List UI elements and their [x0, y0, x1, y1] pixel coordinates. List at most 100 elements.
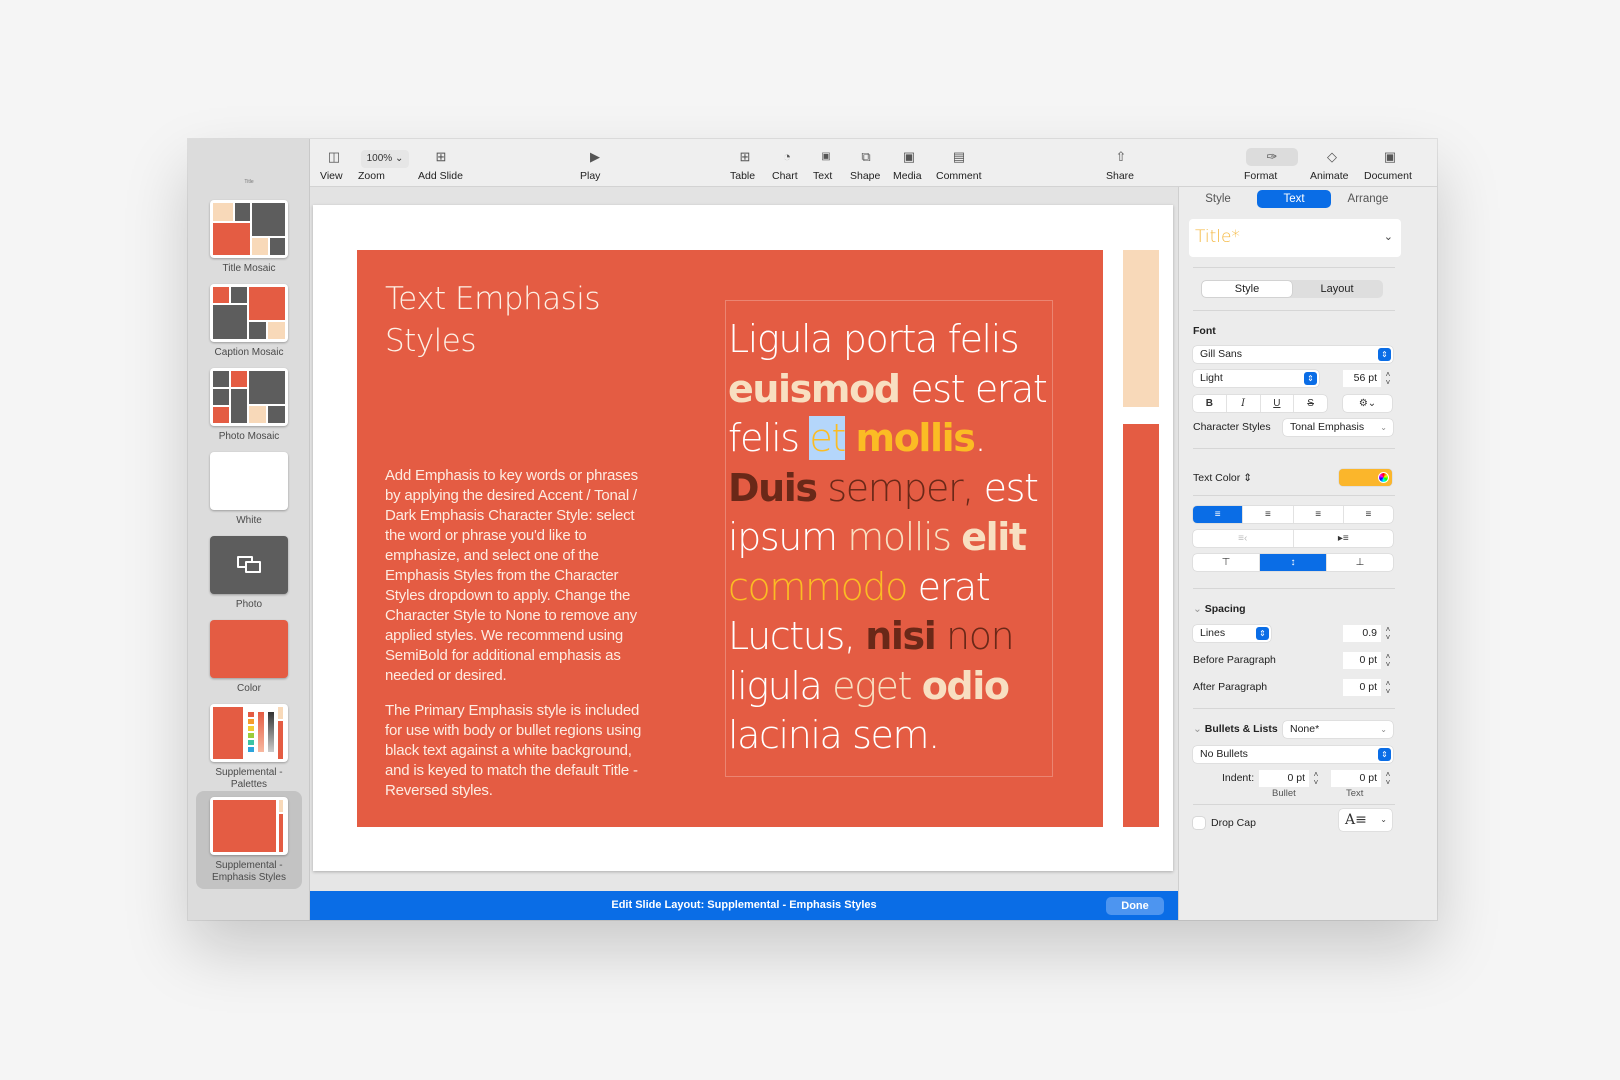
drop-cap-icon: A≡ [1345, 812, 1367, 828]
slide[interactable]: Text Emphasis Styles Add Emphasis to key… [313, 205, 1173, 871]
emphasis-text-box[interactable]: Ligula porta felis euismod est erat feli… [725, 300, 1053, 777]
share-button[interactable]: ⇧ Share [1106, 148, 1136, 182]
layout-thumbnail [210, 200, 288, 258]
character-style-select[interactable]: Tonal Emphasis ⌄ [1283, 419, 1393, 436]
layout-photo-mosaic[interactable]: Photo Mosaic [196, 362, 302, 443]
view-button[interactable]: ◫ View [320, 148, 348, 182]
font-label: Font [1193, 325, 1216, 337]
spacing-mode-select[interactable]: Lines ⇕ [1193, 625, 1271, 642]
slide-canvas: Text Emphasis Styles Add Emphasis to key… [310, 187, 1178, 871]
layout-label: Supplemental - Emphasis Styles [212, 860, 286, 883]
bold-button[interactable]: B [1193, 395, 1227, 412]
comment-icon: ▤ [952, 149, 966, 164]
layout-supplemental-palettes[interactable]: Supplemental - Palettes [196, 698, 302, 791]
layout-caption-mosaic[interactable]: Caption Mosaic [196, 278, 302, 359]
table-icon: ⊞ [739, 149, 751, 164]
drop-cap-label: Drop Cap [1211, 817, 1256, 829]
document-button[interactable]: ▣ Document [1364, 148, 1416, 182]
align-bottom-icon[interactable]: ⊥ [1327, 554, 1393, 571]
color-wheel-icon[interactable] [1378, 472, 1389, 483]
spacing-section[interactable]: ⌄ Spacing [1193, 603, 1246, 615]
text-indent-field[interactable]: 0 pt [1331, 770, 1381, 787]
after-paragraph-field[interactable]: 0 pt [1343, 679, 1381, 696]
select-stepper-icon: ⇕ [1304, 372, 1317, 385]
zoom-button[interactable]: 100% ⌄ Zoom [358, 148, 412, 182]
bullet-indent-stepper[interactable]: ˄ ˅ [1311, 771, 1321, 787]
side-accent-peach[interactable] [1123, 250, 1159, 407]
slide-title[interactable]: Text Emphasis Styles [385, 278, 601, 362]
text-box-icon: ▣ [821, 151, 831, 162]
format-inspector: Style Text Arrange Title* ⌄ Style Layout… [1178, 187, 1437, 920]
decrease-indent-icon[interactable]: ≡‹ [1193, 530, 1294, 547]
text-button[interactable]: ▣ Text [813, 148, 839, 182]
font-family-select[interactable]: Gill Sans ⇕ [1193, 346, 1393, 363]
text-indent-stepper[interactable]: ˄ ˅ [1383, 771, 1393, 787]
layout-label: Caption Mosaic [214, 347, 284, 358]
tab-style[interactable]: Style [1181, 190, 1255, 208]
before-paragraph-label: Before Paragraph [1193, 654, 1276, 666]
side-accent-red[interactable] [1123, 424, 1159, 827]
shape-button[interactable]: ⧉ Shape [850, 148, 882, 182]
bullets-style-select[interactable]: None* ⌄ [1283, 721, 1393, 738]
font-weight-select[interactable]: Light ⇕ [1193, 370, 1319, 387]
align-center-icon[interactable]: ≡ [1243, 506, 1294, 523]
done-button[interactable]: Done [1106, 897, 1164, 915]
divider [1193, 495, 1395, 496]
after-paragraph-label: After Paragraph [1193, 681, 1268, 693]
bullet-type-select[interactable]: No Bullets ⇕ [1193, 746, 1393, 763]
add-slide-button[interactable]: ⊞ Add Slide [418, 148, 464, 182]
text-color-well[interactable] [1339, 469, 1392, 486]
before-paragraph-stepper[interactable]: ˄ ˅ [1383, 653, 1393, 669]
layout-color[interactable]: Color [196, 614, 302, 695]
increase-indent-icon[interactable]: ▸≡ [1294, 530, 1394, 547]
chevron-down-icon: ⌄ [1380, 725, 1387, 734]
strikethrough-button[interactable]: S [1294, 395, 1327, 412]
subtab-layout[interactable]: Layout [1292, 281, 1382, 297]
comment-button[interactable]: ▤ Comment [936, 148, 982, 182]
align-top-icon[interactable]: ⊤ [1193, 554, 1260, 571]
font-size-stepper[interactable]: ˄ ˅ [1383, 371, 1393, 387]
after-paragraph-stepper[interactable]: ˄ ˅ [1383, 680, 1393, 696]
slide-body-text[interactable]: Add Emphasis to key words or phrases by … [385, 466, 655, 801]
zoom-select[interactable]: 100% ⌄ [360, 150, 410, 168]
media-button[interactable]: ▣ Media [893, 148, 925, 182]
table-button[interactable]: ⊞ Table [730, 148, 760, 182]
italic-button[interactable]: I [1227, 395, 1261, 412]
paragraph-style-select[interactable]: Title* ⌄ [1189, 219, 1401, 257]
align-middle-icon[interactable]: ↕ [1260, 554, 1327, 571]
layout-thumbnail [210, 284, 288, 342]
layout-supplemental-emphasis[interactable]: Supplemental - Emphasis Styles [196, 791, 302, 889]
bullets-section[interactable]: ⌄ Bullets & Lists [1193, 723, 1278, 735]
align-right-icon[interactable]: ≡ [1294, 506, 1344, 523]
divider [1193, 708, 1395, 709]
divider [1193, 588, 1395, 589]
font-size-field[interactable]: 56 pt [1343, 370, 1381, 387]
media-icon: ▣ [902, 149, 916, 164]
slide-background-block[interactable]: Text Emphasis Styles Add Emphasis to key… [357, 250, 1103, 827]
text-caption: Text [1346, 788, 1364, 799]
chevron-down-icon: ⌄ [1380, 423, 1387, 432]
layout-white[interactable]: White [196, 446, 302, 527]
updown-chevron-icon: ⇕ [1243, 472, 1252, 484]
selected-text: et [809, 416, 846, 460]
chart-button[interactable]: ◔ Chart [772, 148, 802, 182]
layout-title-mosaic[interactable]: Title Mosaic [196, 194, 302, 275]
text-color-label[interactable]: Text Color ⇕ [1193, 472, 1252, 484]
align-left-icon[interactable]: ≡ [1193, 506, 1244, 523]
bullet-indent-field[interactable]: 0 pt [1259, 770, 1309, 787]
tab-arrange[interactable]: Arrange [1331, 190, 1405, 208]
animate-button[interactable]: ◇ Animate [1310, 148, 1354, 182]
subtab-style[interactable]: Style [1202, 281, 1292, 297]
line-spacing-stepper[interactable]: ˄ ˅ [1383, 626, 1393, 642]
play-button[interactable]: ▶ Play [580, 148, 610, 182]
tab-text[interactable]: Text [1257, 190, 1331, 208]
text-options-button[interactable]: ⚙⌄ [1343, 395, 1392, 412]
drop-cap-checkbox[interactable] [1193, 817, 1205, 829]
line-spacing-field[interactable]: 0.9 [1343, 625, 1381, 642]
drop-cap-style-select[interactable]: A≡ ⌄ [1339, 809, 1392, 831]
justify-icon[interactable]: ≡ [1344, 506, 1393, 523]
before-paragraph-field[interactable]: 0 pt [1343, 652, 1381, 669]
format-button[interactable]: ✑ Format [1244, 148, 1300, 182]
underline-button[interactable]: U [1261, 395, 1295, 412]
layout-photo[interactable]: Photo [196, 530, 302, 611]
